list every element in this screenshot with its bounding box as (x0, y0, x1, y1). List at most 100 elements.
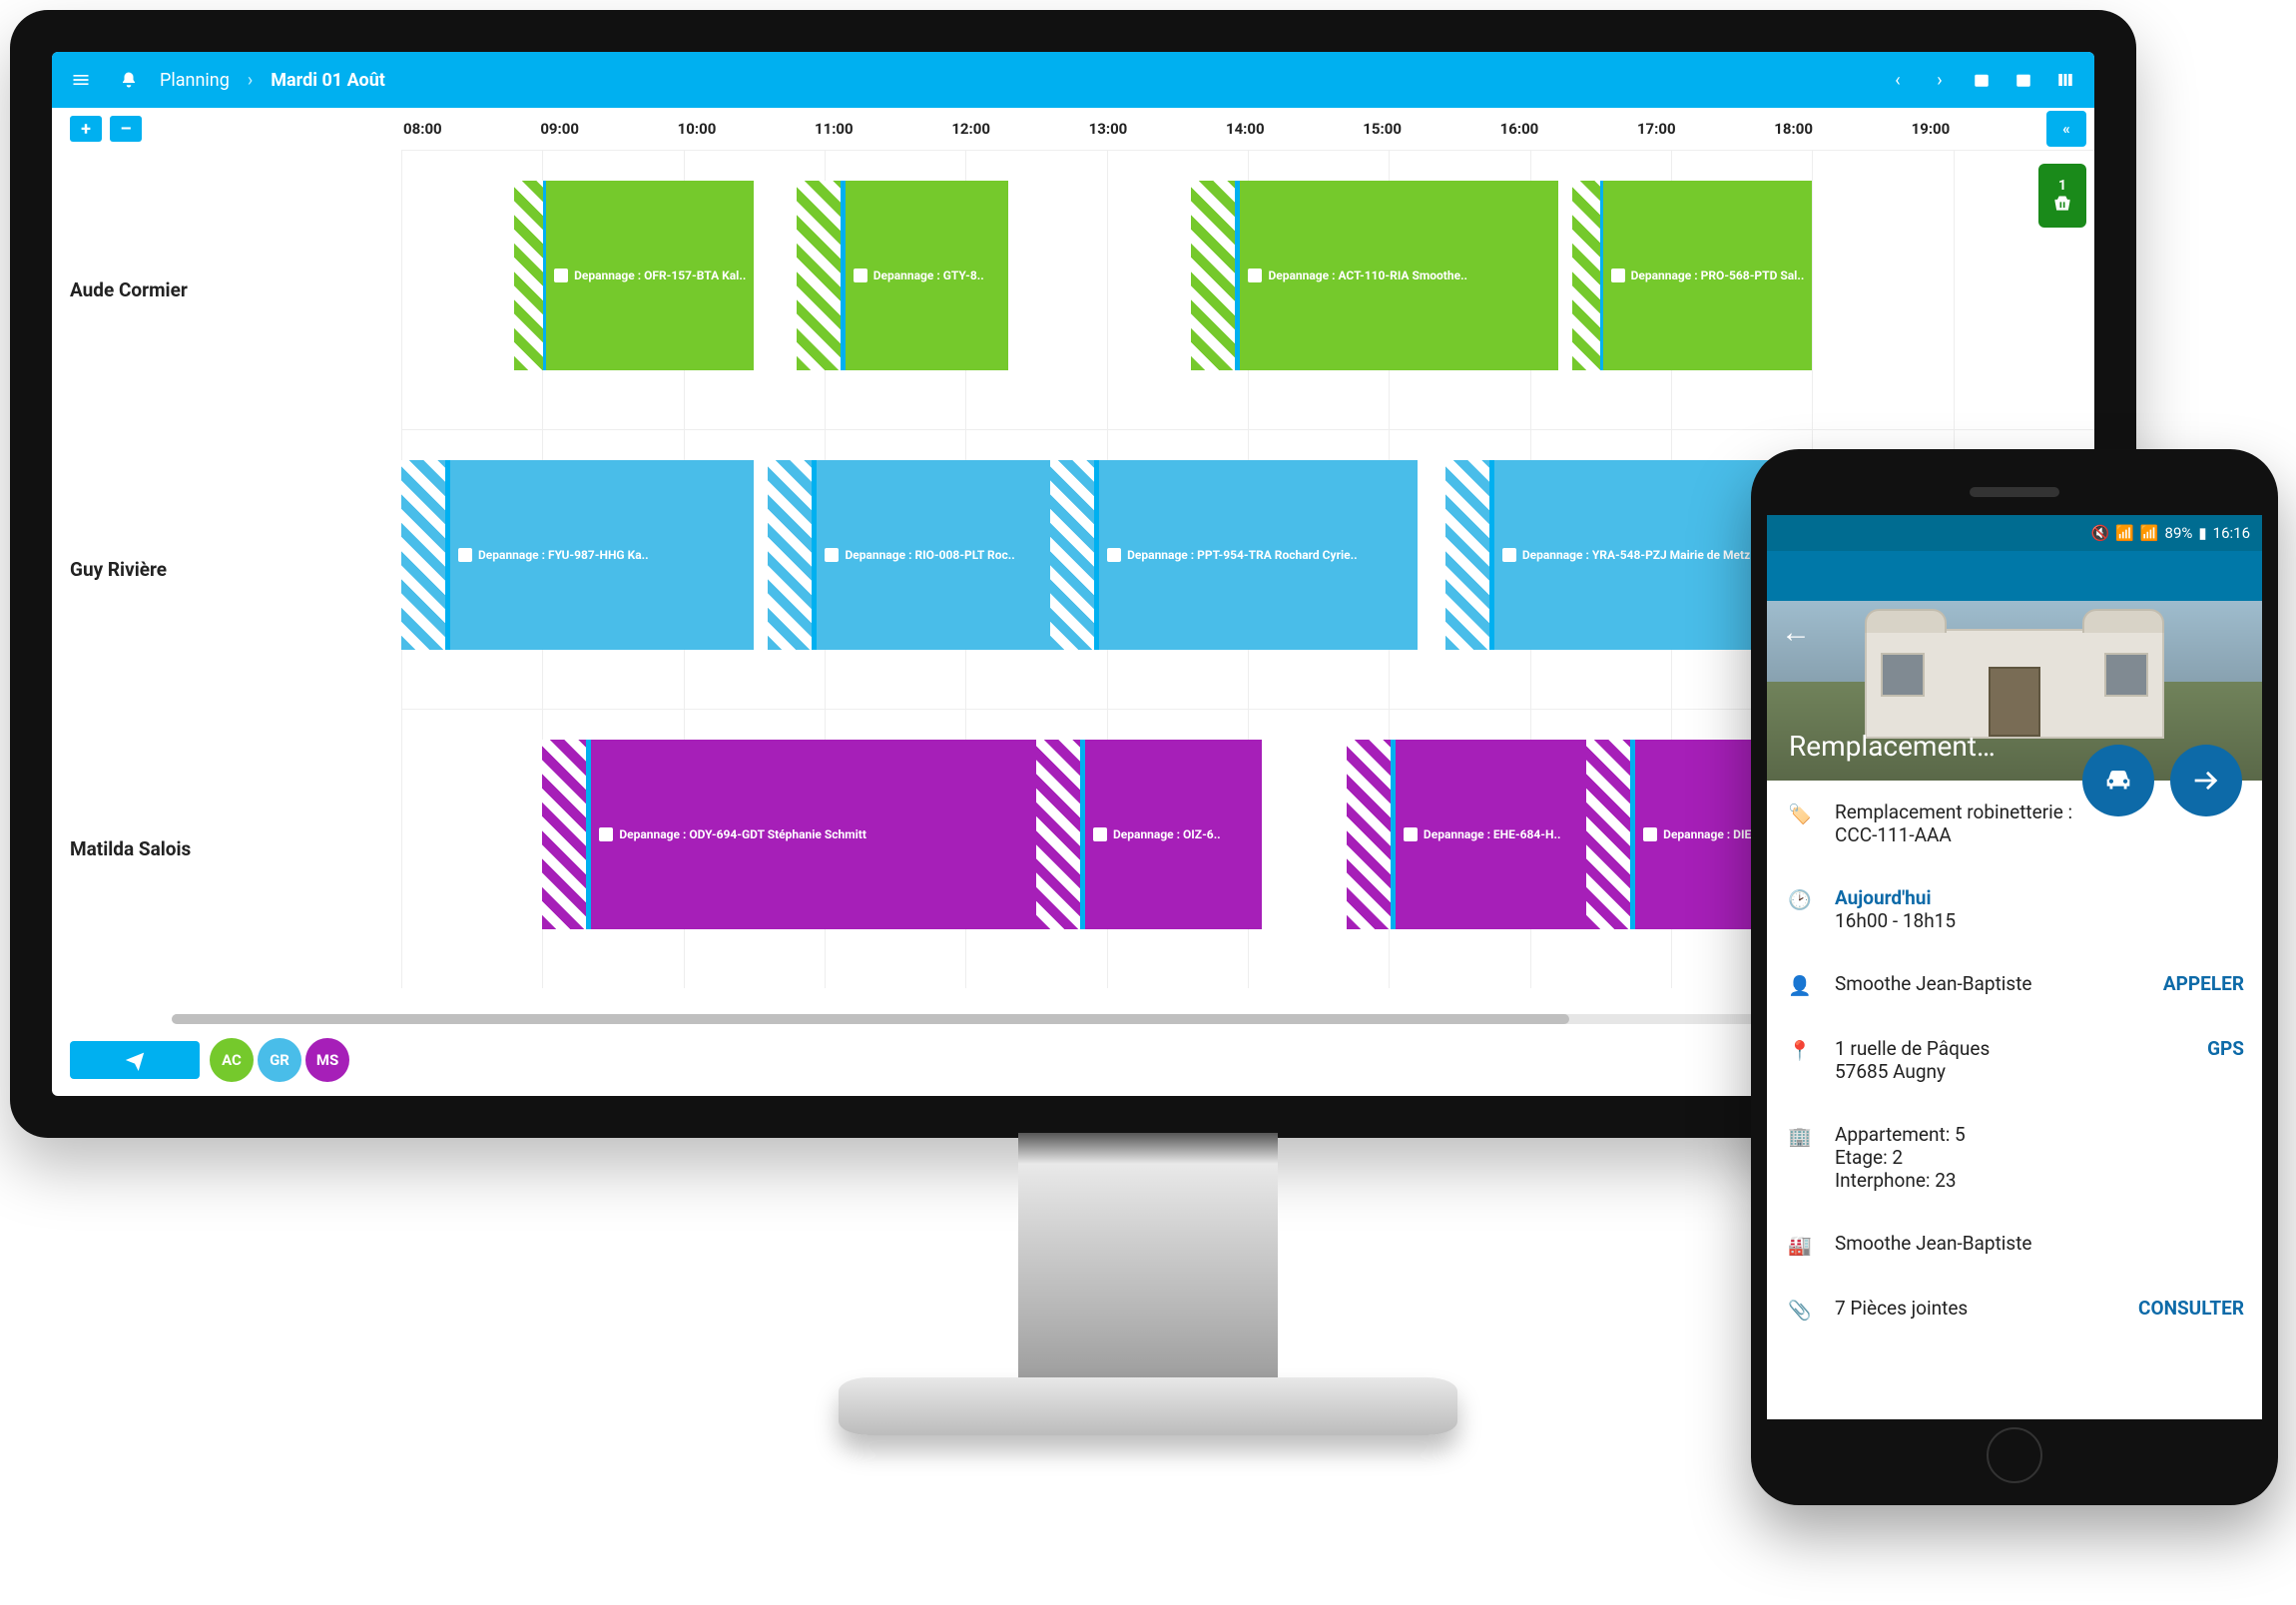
next-fab[interactable] (2170, 745, 2242, 816)
task-label: Depannage : EHE-684-H.. (1424, 827, 1561, 841)
zoom-out-button[interactable]: – (110, 116, 142, 142)
task-label: Depannage : YRA-548-PZJ Mairie de Metz (1522, 548, 1750, 562)
person-icon: 👤 (1785, 972, 1815, 997)
statusbar: 🔇 📶 📶 89% ▮ 16:16 (1767, 515, 2262, 551)
task-hatch (401, 460, 445, 650)
building-illustration (1865, 629, 2164, 739)
task-block[interactable]: Depannage : OFR-157-BTA Kal.. (514, 181, 754, 370)
phone-screen: 🔇 📶 📶 89% ▮ 16:16 ← Remplacement… (1767, 515, 2262, 1419)
tag-line2: CCC-111-AAA (1835, 823, 2244, 846)
contact-name: Smoothe Jean-Baptiste (1835, 972, 2143, 997)
hour-label: 08:00 (401, 120, 538, 138)
topbar: Planning › Mardi 01 Août ‹ › (52, 52, 2094, 108)
task-label: Depannage : PPT-954-TRA Rochard Cyrie.. (1127, 548, 1357, 562)
consult-button[interactable]: CONSULTER (2138, 1297, 2244, 1322)
gantt-row: Aude Cormier Depannage : OFR-157-BTA Kal.… (52, 150, 2094, 429)
tag-icon: 🏷️ (1785, 801, 1815, 846)
breadcrumb: Planning › Mardi 01 Août (160, 70, 385, 91)
hour-label: 12:00 (949, 120, 1086, 138)
basket-badge[interactable]: 1 (2038, 164, 2086, 228)
hour-label: 11:00 (813, 120, 949, 138)
detail-extra: 🏢 Appartement: 5 Etage: 2 Interphone: 23 (1767, 1103, 2262, 1212)
row-person-name: Aude Cormier (52, 150, 401, 429)
drive-fab[interactable] (2082, 745, 2154, 816)
avatar-chip[interactable]: GR (258, 1038, 301, 1082)
avatar-chip[interactable]: MS (305, 1038, 349, 1082)
attachments-text: 7 Pièces jointes (1835, 1297, 2118, 1322)
chevron-right-icon: › (248, 70, 253, 91)
hero-title: Remplacement… (1789, 730, 1996, 763)
task-hatch (1036, 740, 1080, 929)
call-button[interactable]: APPELER (2163, 972, 2244, 997)
calendar-button[interactable] (2007, 63, 2040, 97)
detail-when: 🕑 Aujourd'hui 16h00 - 18h15 (1767, 866, 2262, 952)
task-block[interactable]: Depannage : EHE-684-H.. (1347, 740, 1586, 929)
collapse-sidebar-button[interactable]: « (2046, 111, 2086, 147)
task-label: Depannage : GTY-8.. (873, 268, 984, 282)
today-button[interactable] (1965, 63, 1999, 97)
task-hatch (768, 460, 812, 650)
hour-label: 15:00 (1361, 120, 1497, 138)
task-type-icon (1093, 827, 1107, 841)
task-label: Depannage : ODY-694-GDT Stéphanie Schmit… (619, 827, 866, 841)
address-line1: 1 ruelle de Pâques (1835, 1037, 2187, 1060)
footer: ACGRMS (70, 1038, 349, 1082)
task-type-icon (1248, 268, 1262, 282)
factory-icon: 🏭 (1785, 1232, 1815, 1257)
zoom-in-button[interactable]: + (70, 116, 102, 142)
task-block[interactable]: Depannage : FYU-987-HHG Ka.. (401, 460, 754, 650)
task-block[interactable]: Depannage : PRO-568-PTD Sal.. (1572, 181, 1812, 370)
wifi-icon: 📶 (2115, 524, 2134, 542)
task-type-icon (1107, 548, 1121, 562)
task-label: Depannage : RIO-008-PLT Roc.. (845, 548, 1014, 562)
task-type-icon (554, 268, 568, 282)
paperclip-icon: 📎 (1785, 1297, 1815, 1322)
task-hatch (797, 181, 841, 370)
task-block[interactable]: Depannage : ODY-694-GDT Stéphanie Schmit… (542, 740, 1036, 929)
next-day-button[interactable]: › (1923, 63, 1957, 97)
monitor-base (839, 1377, 1457, 1435)
hour-label: 16:00 (1498, 120, 1635, 138)
hour-label: 17:00 (1635, 120, 1772, 138)
battery-icon: ▮ (2198, 524, 2206, 542)
menu-icon[interactable] (64, 63, 98, 97)
task-type-icon (1404, 827, 1418, 841)
hour-label: 18:00 (1772, 120, 1909, 138)
task-hatch (1191, 181, 1235, 370)
task-label: Depannage : PRO-568-PTD Sal.. (1631, 268, 1805, 282)
gps-button[interactable]: GPS (2207, 1037, 2244, 1083)
task-label: Depannage : ACT-110-RIA Smoothe.. (1268, 268, 1467, 282)
monitor-stand (1018, 1133, 1278, 1392)
task-block[interactable]: Depannage : OIZ-6.. (1036, 740, 1262, 929)
task-hatch (1050, 460, 1094, 650)
task-type-icon (1502, 548, 1516, 562)
task-hatch (514, 181, 543, 370)
signal-icon: 📶 (2140, 524, 2159, 542)
detail-address: 📍 1 ruelle de Pâques 57685 Augny GPS (1767, 1017, 2262, 1103)
task-block[interactable]: Depannage : GTY-8.. (797, 181, 1008, 370)
hour-label: 13:00 (1087, 120, 1224, 138)
avatar-chip[interactable]: AC (210, 1038, 254, 1082)
task-block[interactable]: Depannage : RIO-008-PLT Roc.. (768, 460, 1050, 650)
detail-contact: 👤 Smoothe Jean-Baptiste APPELER (1767, 952, 2262, 1017)
battery-text: 89% (2165, 524, 2193, 542)
task-hatch (1572, 181, 1599, 370)
breadcrumb-section[interactable]: Planning (160, 70, 230, 91)
prev-day-button[interactable]: ‹ (1881, 63, 1915, 97)
task-block[interactable]: Depannage : ACT-110-RIA Smoothe.. (1191, 181, 1557, 370)
phone-frame: 🔇 📶 📶 89% ▮ 16:16 ← Remplacement… (1751, 449, 2278, 1505)
task-type-icon (1611, 268, 1625, 282)
status-time: 16:16 (2213, 524, 2250, 542)
company-name: Smoothe Jean-Baptiste (1835, 1232, 2244, 1257)
task-hatch (1445, 460, 1489, 650)
task-block[interactable]: Depannage : PPT-954-TRA Rochard Cyrie.. (1050, 460, 1417, 650)
back-button[interactable]: ← (1781, 615, 1811, 650)
task-type-icon (1643, 827, 1657, 841)
detail-attachments: 📎 7 Pièces jointes CONSULTER (1767, 1277, 2262, 1341)
bell-icon[interactable] (112, 63, 146, 97)
view-columns-button[interactable] (2048, 63, 2082, 97)
plane-button[interactable] (70, 1041, 200, 1079)
when-today: Aujourd'hui (1835, 886, 2244, 909)
task-label: Depannage : FYU-987-HHG Ka.. (478, 548, 649, 562)
extra-apt: Appartement: 5 (1835, 1123, 2244, 1146)
